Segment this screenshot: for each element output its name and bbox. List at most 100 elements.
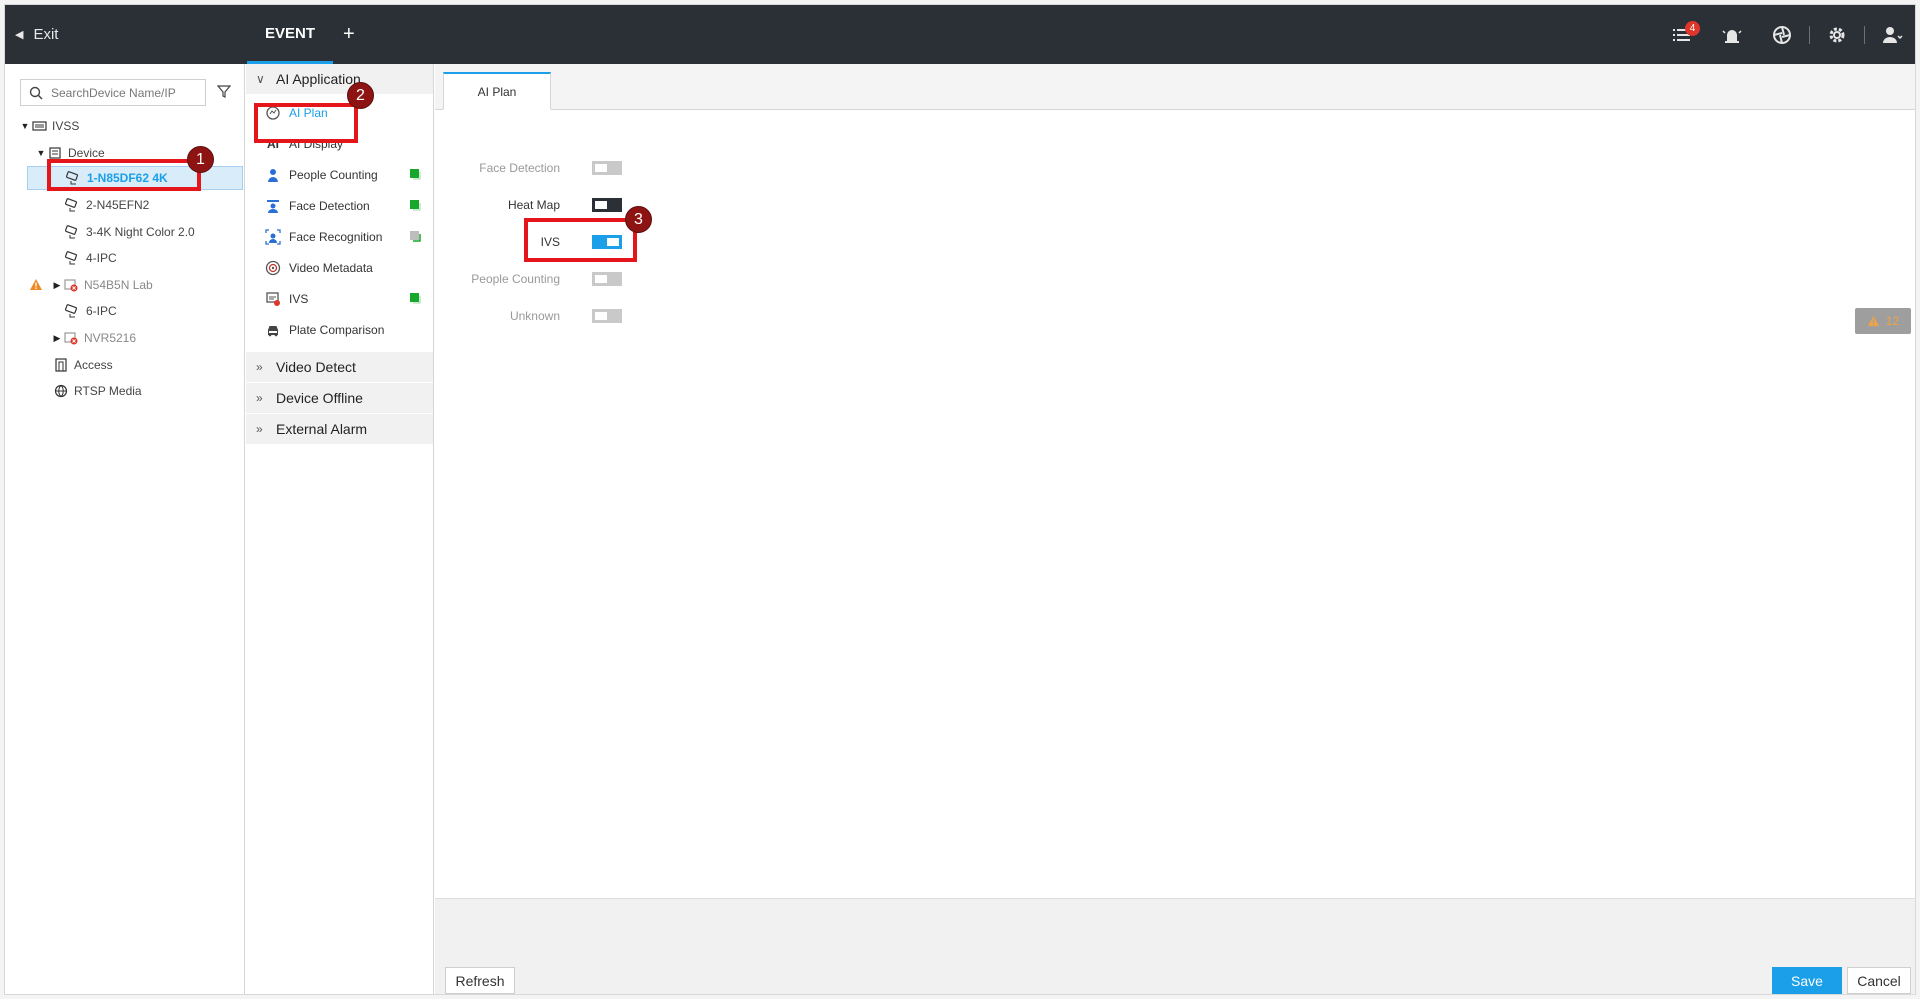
tree-label: 6-IPC (86, 304, 117, 318)
alert-count: 12 (1885, 314, 1900, 328)
camera-icon (65, 250, 81, 266)
plan-row-unknown: Unknown (435, 306, 622, 326)
menu-item-label: People Counting (289, 167, 378, 182)
chevron-double-right-icon: » (256, 391, 263, 405)
plan-row-face-detection: Face Detection (435, 158, 622, 178)
user-menu-button[interactable] (1867, 5, 1915, 64)
callout-badge-3: 3 (625, 206, 652, 233)
plan-row-heat-map: Heat Map (435, 195, 622, 215)
tree-device-7[interactable]: ▶ NVR5216 (51, 326, 137, 350)
face-detection-toggle[interactable] (592, 161, 622, 175)
menu-item-video-metadata[interactable]: Video Metadata (246, 252, 433, 283)
plate-comparison-icon (264, 321, 282, 339)
menu-section-device-offline[interactable]: » Device Offline (246, 383, 433, 414)
menu-item-label: Plate Comparison (289, 322, 385, 337)
filter-icon[interactable] (216, 84, 232, 103)
menu-item-ivs[interactable]: IVS (246, 283, 433, 314)
settings-button[interactable] (1812, 5, 1862, 64)
people-counting-toggle[interactable] (592, 272, 622, 286)
back-arrow-icon: ◀ (15, 29, 24, 41)
tree-label: 4-IPC (86, 251, 117, 265)
top-right-toolbar: 4 (1657, 5, 1915, 64)
exit-button[interactable]: ◀ Exit (15, 5, 58, 64)
toolbar-divider (1809, 25, 1810, 44)
menu-section-external-alarm[interactable]: » External Alarm (246, 414, 433, 445)
camera-icon (65, 303, 81, 319)
task-list-button[interactable]: 4 (1657, 5, 1707, 64)
tree-label: IVSS (52, 119, 80, 133)
tab-ai-plan[interactable]: AI Plan (443, 72, 551, 110)
refresh-button[interactable]: Refresh (445, 967, 515, 994)
face-recognition-icon (264, 228, 282, 246)
unknown-toggle[interactable] (592, 309, 622, 323)
tree-node-ivss[interactable]: ▼ IVSS (19, 114, 80, 138)
menu-section-ai-application[interactable]: ∨ AI Application (246, 64, 433, 95)
device-search-box (20, 79, 206, 106)
chevron-double-right-icon: » (256, 360, 263, 374)
cancel-button[interactable]: Cancel (1847, 967, 1911, 994)
video-metadata-icon (264, 259, 282, 277)
aperture-button[interactable] (1757, 5, 1807, 64)
heat-map-toggle[interactable] (592, 198, 622, 212)
face-detection-icon (264, 197, 282, 215)
collapsed-sections: » Video Detect » Device Offline » Extern… (246, 352, 433, 445)
tree-device-2[interactable]: 2-N45EFN2 (65, 193, 149, 217)
tab-event[interactable]: EVENT (247, 5, 333, 64)
callout-box-3 (524, 218, 637, 262)
event-menu-panel: ∨ AI Application AI Plan AI AI Display P… (246, 64, 434, 994)
menu-item-label: IVS (289, 291, 309, 306)
server-icon (31, 118, 47, 134)
people-counting-icon (264, 166, 282, 184)
alarm-icon (1722, 29, 1742, 43)
device-tree-panel: ▼ IVSS ▼ Device 1-N85DF62 4K 2-N45EFN2 3… (5, 64, 245, 994)
tree-device-4[interactable]: 4-IPC (65, 246, 117, 270)
tree-device-5[interactable]: ▶ N54B5N Lab (51, 273, 153, 297)
aperture-icon (1773, 25, 1791, 44)
callout-box-1 (47, 159, 201, 191)
tree-label: Access (74, 358, 113, 372)
offline-device-icon (63, 330, 79, 346)
add-tab-button[interactable]: + (343, 5, 355, 64)
plan-label: People Counting (471, 272, 560, 286)
plan-row-people-counting: People Counting (435, 269, 622, 289)
menu-item-people-counting[interactable]: People Counting (246, 159, 433, 190)
content-tab-bar: AI Plan (435, 64, 1915, 110)
user-icon (1883, 26, 1903, 43)
chevron-double-down-icon: ∨ (256, 72, 265, 86)
plan-label: Heat Map (507, 198, 560, 212)
tree-node-rtsp[interactable]: RTSP Media (53, 379, 142, 403)
caret-down-icon[interactable]: ▼ (35, 148, 47, 158)
menu-item-plate-comparison[interactable]: Plate Comparison (246, 314, 433, 345)
alert-count-button[interactable]: 12 (1855, 308, 1911, 334)
tree-label: Device (68, 146, 105, 160)
caret-down-icon[interactable]: ▼ (19, 121, 31, 131)
tree-device-6[interactable]: 6-IPC (65, 299, 117, 323)
app-window: ◀ Exit EVENT + 4 SearchDevice Name/IP ▼ … (4, 4, 1916, 995)
tree-label: 3-4K Night Color 2.0 (86, 225, 195, 239)
gear-icon (1829, 27, 1845, 42)
menu-item-face-detection[interactable]: Face Detection (246, 190, 433, 221)
section-label: External Alarm (276, 421, 368, 437)
alarm-button[interactable] (1707, 5, 1757, 64)
menu-item-face-recognition[interactable]: Face Recognition (246, 221, 433, 252)
ivs-icon (264, 290, 282, 308)
camera-icon (65, 224, 81, 240)
tree-device-3[interactable]: 3-4K Night Color 2.0 (65, 220, 195, 244)
warning-icon (29, 278, 43, 296)
menu-item-label: Face Recognition (289, 229, 383, 244)
offline-device-icon (63, 277, 79, 293)
warning-icon (1867, 315, 1879, 327)
toolbar-divider (1864, 25, 1865, 44)
device-search-input[interactable] (51, 85, 201, 100)
exit-label: Exit (33, 26, 59, 43)
menu-section-video-detect[interactable]: » Video Detect (246, 352, 433, 383)
enabled-indicator-icon (410, 200, 421, 211)
caret-right-icon[interactable]: ▶ (51, 280, 63, 291)
tree-label: RTSP Media (74, 384, 142, 398)
top-bar: ◀ Exit EVENT + 4 (5, 5, 1915, 64)
save-button[interactable]: Save (1772, 967, 1842, 994)
callout-badge-1: 1 (187, 146, 214, 173)
tree-node-access[interactable]: Access (53, 353, 113, 377)
caret-right-icon[interactable]: ▶ (51, 333, 63, 344)
camera-icon (65, 197, 81, 213)
